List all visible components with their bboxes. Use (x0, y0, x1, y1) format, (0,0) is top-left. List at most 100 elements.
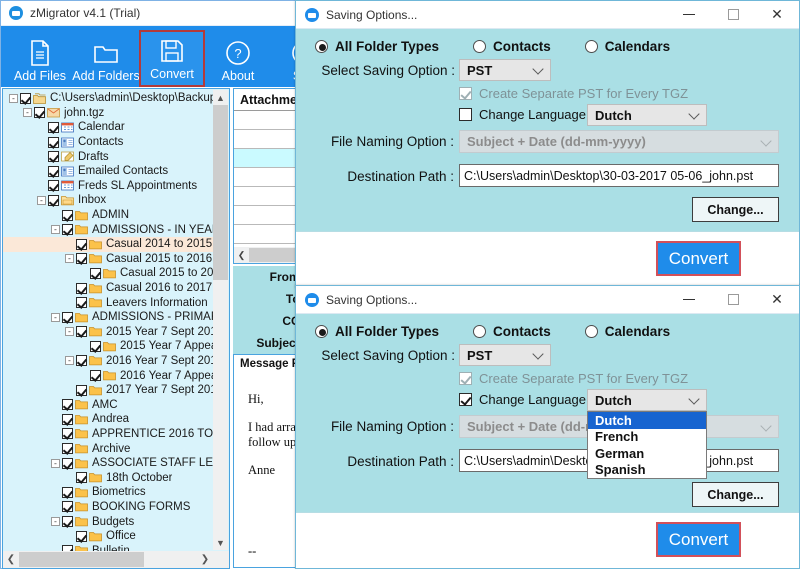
convert-button[interactable]: Convert (656, 241, 741, 276)
saving-option-combobox[interactable]: PST (459, 59, 551, 81)
tree-node[interactable]: APPRENTICE 2016 TO 2017 (3, 427, 214, 442)
file-naming-combobox[interactable]: Subject + Date (dd-mm-yyyy) (459, 130, 779, 153)
tree-node-checkbox[interactable] (76, 355, 87, 367)
tree-node[interactable]: - ASSOCIATE STAFF LEAD ME (3, 456, 214, 471)
change-path-button[interactable]: Change... (692, 197, 779, 222)
tree-node-checkbox[interactable] (62, 516, 73, 528)
dialog-titlebar[interactable]: Saving Options... ✕ (296, 1, 799, 29)
tree-node[interactable]: Bulletin (3, 543, 214, 551)
tree-expander-icon[interactable]: - (65, 356, 74, 366)
toolbar-button-add-folders[interactable]: Add Folders (72, 30, 140, 87)
tree-node[interactable]: Andrea (3, 412, 214, 427)
radio-calendars[interactable]: Calendars (584, 324, 670, 339)
tree-node-checkbox[interactable] (62, 501, 73, 513)
tree-node[interactable]: Casual 2016 to 2017 (3, 281, 214, 296)
tree-node[interactable]: - 2016 Year 7 Sept 2016 (3, 354, 214, 369)
toolbar-button-about[interactable]: ? About (205, 30, 271, 87)
language-option[interactable]: Dutch (588, 412, 706, 429)
tree-expander-icon[interactable]: - (51, 312, 60, 322)
tree-node[interactable]: 2017 Year 7 Sept 2017 (3, 383, 214, 398)
tree-node[interactable]: - ADMISSIONS - PRIMARY TR (3, 310, 214, 325)
scroll-left-icon[interactable]: ❮ (3, 551, 19, 568)
tree-node[interactable]: - 2015 Year 7 Sept 2015 (3, 325, 214, 340)
language-option[interactable]: German (588, 445, 706, 462)
tree-expander-icon[interactable]: - (51, 517, 60, 527)
tree-node-checkbox[interactable] (48, 121, 59, 133)
tree-expander-icon[interactable]: - (51, 458, 60, 468)
tree-node[interactable]: Archive (3, 441, 214, 456)
tree-node-checkbox[interactable] (76, 384, 87, 396)
tree-node-checkbox[interactable] (90, 340, 101, 352)
saving-option-combobox[interactable]: PST (459, 344, 551, 366)
tree-node-checkbox[interactable] (62, 399, 73, 411)
maximize-icon[interactable] (711, 286, 755, 313)
minimize-icon[interactable] (667, 286, 711, 313)
toolbar-button-convert[interactable]: Convert (139, 30, 205, 87)
tree-node-checkbox[interactable] (90, 370, 101, 382)
tree-node[interactable]: - Casual 2015 to 2016 (3, 252, 214, 267)
tree-node[interactable]: 2016 Year 7 Appeals Se (3, 368, 214, 383)
language-combobox[interactable]: Dutch (587, 104, 707, 126)
tree-horizontal-scrollbar[interactable]: ❮ ❯ (3, 551, 229, 568)
tree-node[interactable]: Casual 2014 to 2015 (3, 236, 214, 252)
tree-node-checkbox[interactable] (48, 165, 59, 177)
tree-node[interactable]: Biometrics (3, 485, 214, 500)
tree-node-checkbox[interactable] (76, 282, 87, 294)
tree-node[interactable]: Emailed Contacts (3, 164, 214, 179)
language-combobox[interactable]: Dutch (587, 389, 707, 411)
tree-node-checkbox[interactable] (48, 194, 59, 206)
close-icon[interactable]: ✕ (755, 286, 799, 313)
tree-node-checkbox[interactable] (62, 486, 73, 498)
tree-node[interactable]: 18th October (3, 470, 214, 485)
convert-button[interactable]: Convert (656, 522, 741, 557)
tree-node[interactable]: Freds SL Appointments (3, 179, 214, 194)
tree-node[interactable]: Leavers Information (3, 295, 214, 310)
radio-all-folder-types[interactable]: All Folder Types (315, 39, 439, 54)
tree-expander-icon[interactable]: - (65, 327, 74, 337)
tree-node[interactable]: Calendar (3, 120, 214, 135)
dialog-titlebar[interactable]: Saving Options... ✕ (296, 286, 799, 314)
tree-node[interactable]: BOOKING FORMS (3, 500, 214, 515)
change-path-button[interactable]: Change... (692, 482, 779, 507)
tree-expander-icon[interactable]: - (23, 108, 32, 118)
close-icon[interactable]: ✕ (755, 1, 799, 28)
radio-all-folder-types[interactable]: All Folder Types (315, 324, 439, 339)
tree-node-checkbox[interactable] (62, 413, 73, 425)
scroll-down-icon[interactable]: ▼ (213, 535, 228, 550)
tree-expander-icon[interactable]: - (51, 225, 60, 235)
scroll-thumb-horizontal[interactable] (19, 552, 144, 567)
tree-expander-icon[interactable]: - (65, 254, 74, 264)
tree-node[interactable]: - C:\Users\admin\Desktop\Backup (3, 91, 214, 106)
tree-node[interactable]: AMC (3, 397, 214, 412)
change-language-checkbox[interactable]: Change Language (459, 392, 586, 407)
change-language-checkbox[interactable]: Change Language (459, 107, 586, 122)
tree-node-checkbox[interactable] (76, 297, 87, 309)
tree-node-checkbox[interactable] (48, 151, 59, 163)
tree-node-checkbox[interactable] (76, 472, 87, 484)
tree-node[interactable]: Contacts (3, 135, 214, 150)
tree-node-checkbox[interactable] (76, 253, 87, 265)
maximize-icon[interactable] (711, 1, 755, 28)
radio-calendars[interactable]: Calendars (584, 39, 670, 54)
radio-contacts[interactable]: Contacts (473, 39, 551, 54)
tree-node[interactable]: 2015 Year 7 Appeals Se (3, 339, 214, 354)
tree-expander-icon[interactable]: - (37, 195, 46, 205)
tree-node-checkbox[interactable] (62, 209, 73, 221)
tree-node-checkbox[interactable] (62, 311, 73, 323)
destination-path-input[interactable]: C:\Users\admin\Desktop\30-03-2017 05-06_… (459, 164, 779, 187)
tree-node[interactable]: - john.tgz (3, 106, 214, 121)
tree-node-checkbox[interactable] (34, 107, 45, 119)
language-option[interactable]: French (588, 429, 706, 446)
tree-node-checkbox[interactable] (48, 180, 59, 192)
tree-node[interactable]: ADMIN (3, 208, 214, 223)
separate-pst-checkbox[interactable]: Create Separate PST for Every TGZ (459, 371, 688, 386)
scroll-up-icon[interactable]: ▲ (213, 90, 228, 105)
tree-node[interactable]: - ADMISSIONS - IN YEAR ADM (3, 222, 214, 237)
tree-node-checkbox[interactable] (76, 238, 87, 250)
language-dropdown-list[interactable]: Dutch French German Spanish (587, 411, 707, 479)
tree-node-checkbox[interactable] (48, 136, 59, 148)
tree-node-checkbox[interactable] (62, 457, 73, 469)
folder-tree[interactable]: - C:\Users\admin\Desktop\Backup - john.tgz C… (3, 89, 214, 551)
tree-node[interactable]: - Budgets (3, 514, 214, 529)
scroll-thumb[interactable] (213, 105, 228, 280)
